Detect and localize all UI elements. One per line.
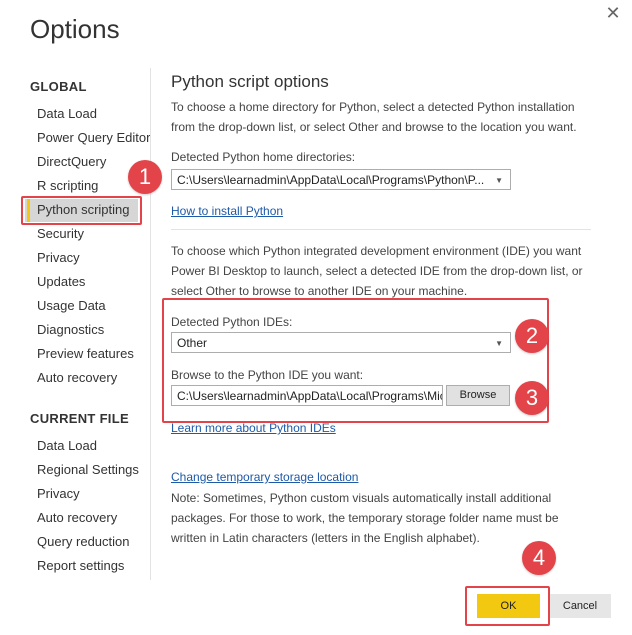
chevron-down-icon: ▼ xyxy=(495,176,503,185)
sidebar-item-file-auto-recovery[interactable]: Auto recovery xyxy=(37,508,117,528)
change-storage-link[interactable]: Change temporary storage location xyxy=(171,470,358,484)
python-home-value: C:\Users\learnadmin\AppData\Local\Progra… xyxy=(177,173,485,187)
dialog-title: Options xyxy=(30,14,120,44)
highlight-ide-settings xyxy=(162,298,549,423)
sidebar-item-preview-features[interactable]: Preview features xyxy=(37,344,134,364)
sidebar-item-power-query-editor[interactable]: Power Query Editor xyxy=(37,128,150,148)
current-file-section-header: CURRENT FILE xyxy=(30,411,129,426)
home-dirs-label: Detected Python home directories: xyxy=(171,150,356,164)
sidebar-item-r-scripting[interactable]: R scripting xyxy=(37,176,98,196)
sidebar-item-diagnostics[interactable]: Diagnostics xyxy=(37,320,104,340)
callout-badge-4: 4 xyxy=(522,541,556,575)
sidebar-item-report-settings[interactable]: Report settings xyxy=(37,556,124,576)
sidebar-item-updates[interactable]: Updates xyxy=(37,272,85,292)
sidebar-item-regional-settings[interactable]: Regional Settings xyxy=(37,460,139,480)
section-heading: Python script options xyxy=(171,72,329,91)
callout-badge-3: 3 xyxy=(515,381,549,415)
close-icon[interactable]: ✕ xyxy=(602,2,624,24)
cancel-button[interactable]: Cancel xyxy=(549,594,611,618)
callout-badge-2: 2 xyxy=(515,319,549,353)
highlight-python-scripting xyxy=(21,196,142,225)
highlight-ok-button xyxy=(465,586,550,626)
global-section-header: GLOBAL xyxy=(30,79,87,94)
callout-badge-1: 1 xyxy=(128,160,162,194)
sidebar-item-auto-recovery[interactable]: Auto recovery xyxy=(37,368,117,388)
sidebar-item-security[interactable]: Security xyxy=(37,224,84,244)
sidebar-item-query-reduction[interactable]: Query reduction xyxy=(37,532,130,552)
sidebar-divider xyxy=(150,68,151,580)
ide-intro-text: To choose which Python integrated develo… xyxy=(171,244,583,298)
sidebar-item-directquery[interactable]: DirectQuery xyxy=(37,152,106,172)
intro-text: To choose a home directory for Python, s… xyxy=(171,100,577,134)
storage-note: Note: Sometimes, Python custom visuals a… xyxy=(171,491,559,545)
install-python-link[interactable]: How to install Python xyxy=(171,204,283,218)
section-divider xyxy=(171,229,591,230)
sidebar-item-file-data-load[interactable]: Data Load xyxy=(37,436,97,456)
python-home-dropdown[interactable]: C:\Users\learnadmin\AppData\Local\Progra… xyxy=(171,169,511,190)
sidebar-item-file-privacy[interactable]: Privacy xyxy=(37,484,80,504)
sidebar-item-privacy[interactable]: Privacy xyxy=(37,248,80,268)
sidebar-item-usage-data[interactable]: Usage Data xyxy=(37,296,106,316)
learn-ides-link[interactable]: Learn more about Python IDEs xyxy=(171,421,336,435)
sidebar-item-data-load[interactable]: Data Load xyxy=(37,104,97,124)
